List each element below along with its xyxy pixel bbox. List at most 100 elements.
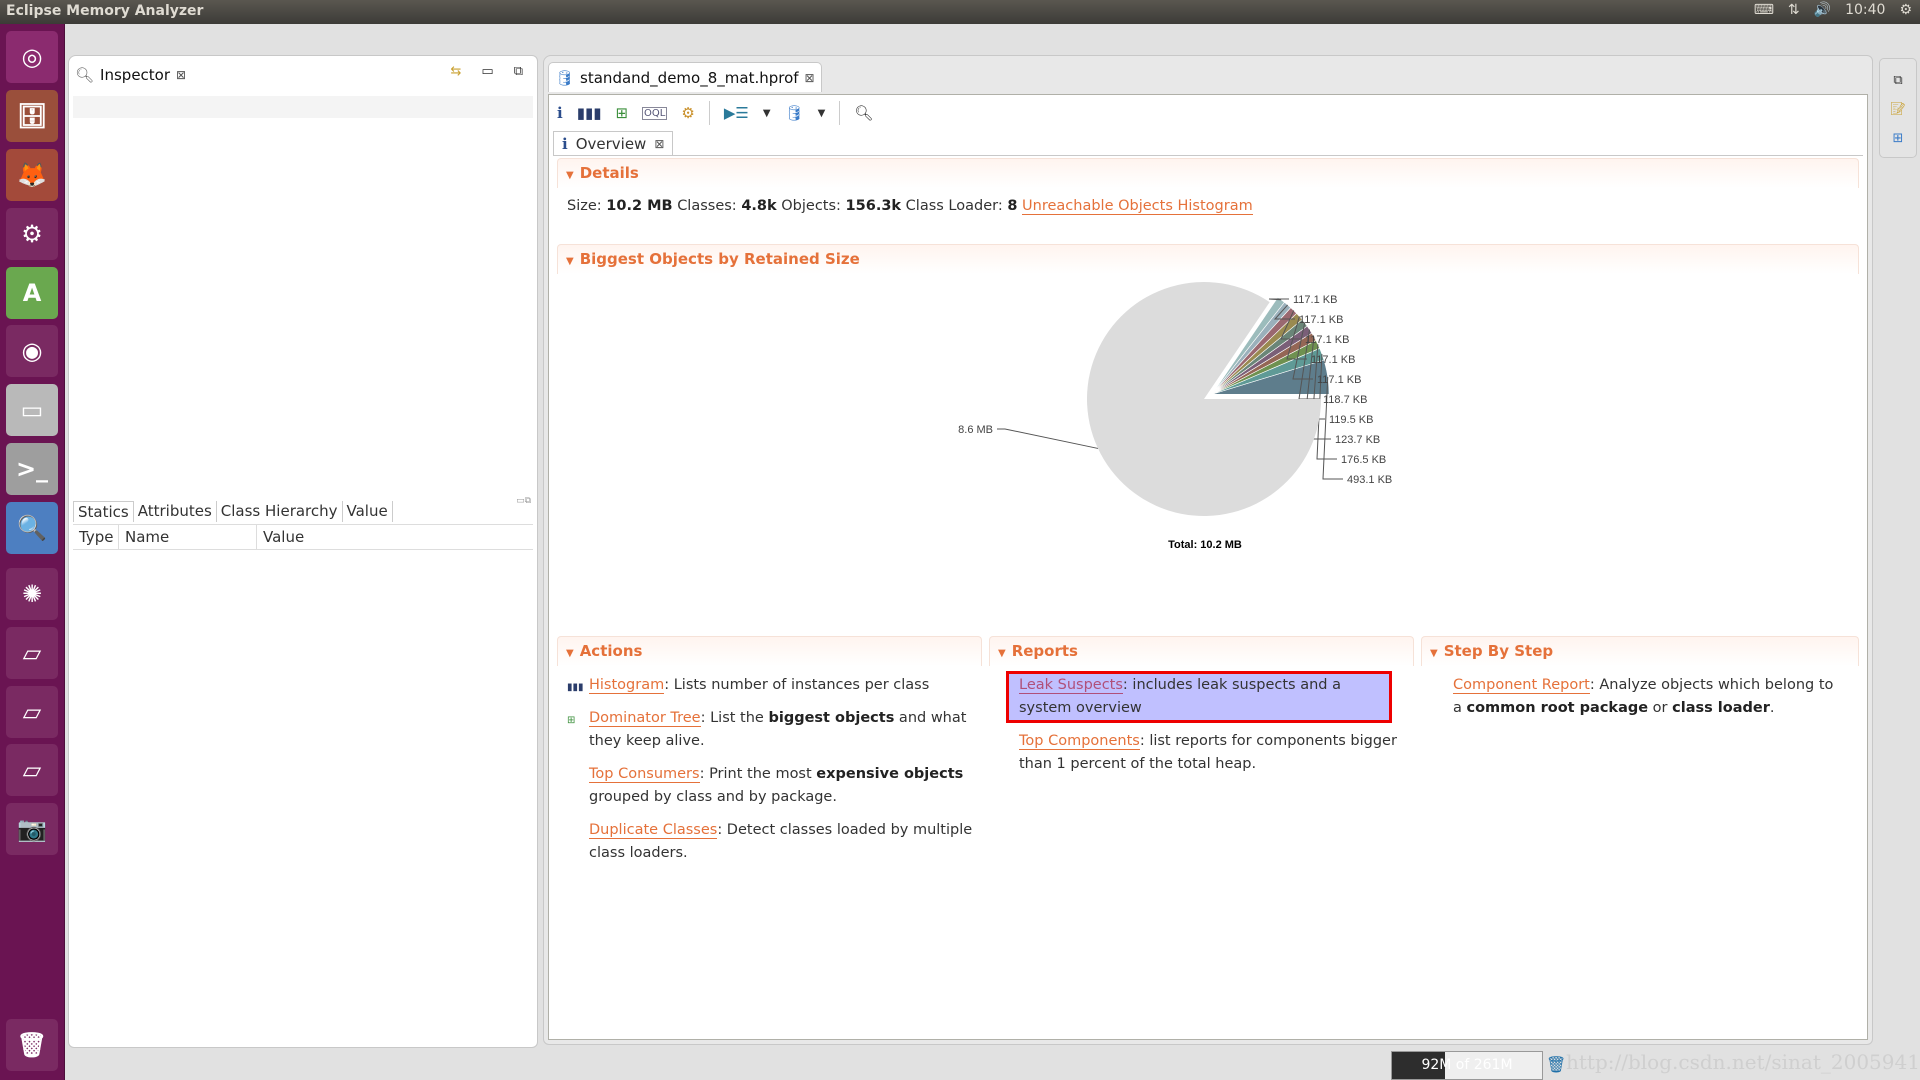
- top-components-link[interactable]: Top Components: [1019, 733, 1140, 750]
- notes-icon[interactable]: 📝︎: [1890, 102, 1907, 117]
- clock[interactable]: 10:40: [1845, 2, 1885, 18]
- heap-dump-history-icon[interactable]: 🛢︎: [785, 104, 804, 122]
- close-icon[interactable]: ⊠: [176, 68, 186, 82]
- inspector-object-strip: [73, 96, 533, 118]
- volume-icon[interactable]: 🔊: [1814, 2, 1831, 18]
- collapse-icon[interactable]: ▼: [566, 648, 574, 659]
- link-with-editor-icon[interactable]: ⇆: [451, 64, 462, 79]
- reports-heading[interactable]: ▼ Reports: [989, 636, 1414, 666]
- histogram-icon[interactable]: ▮▮▮: [577, 104, 602, 122]
- close-icon[interactable]: ⊠: [805, 71, 815, 85]
- pie-slice-label: 176.5 KB: [1341, 454, 1386, 466]
- oql-icon[interactable]: OQL: [642, 106, 668, 120]
- system-tray: ⌨ ⇅ 🔊 10:40 ⚙: [1754, 2, 1912, 18]
- details-heading[interactable]: ▼ Details: [557, 158, 1859, 188]
- pie-slice-label: 117.1 KB: [1317, 374, 1361, 386]
- action-description: grouped by class and by package.: [589, 789, 837, 805]
- launcher-memory-analyzer[interactable]: 🔍: [6, 501, 58, 554]
- histogram-link[interactable]: Histogram: [589, 677, 665, 694]
- overview-body: ▼ Details Size: 10.2 MB Classes: 4.8k Obj…: [553, 155, 1863, 1039]
- subpanel-minmax-icon[interactable]: ▭⧉: [516, 496, 531, 506]
- drive-3-icon: ▱: [22, 756, 42, 785]
- collapse-icon[interactable]: ▼: [998, 648, 1006, 659]
- launcher-ubuntu-dash[interactable]: ◎: [6, 31, 58, 84]
- dominator-tree-icon[interactable]: ⊞: [615, 104, 628, 122]
- top-consumers-link[interactable]: Top Consumers: [589, 766, 700, 783]
- bold-text: common root package: [1466, 700, 1649, 716]
- dominator-tree-link[interactable]: Dominator Tree: [589, 710, 701, 727]
- dropdown-arrow-icon[interactable]: ▼: [763, 108, 771, 119]
- dropdown-arrow-icon[interactable]: ▼: [818, 108, 826, 119]
- inspector-panel: 🔍︎ Inspector ⊠ ⇆ ▭ ⧉ ▭⧉ Statics Attribut…: [68, 55, 538, 1048]
- network-icon[interactable]: ⇅: [1788, 2, 1800, 18]
- toolbar-separator: [708, 101, 710, 125]
- unreachable-objects-histogram-link[interactable]: Unreachable Objects Histogram: [1022, 198, 1253, 215]
- minimize-icon[interactable]: ▭: [481, 64, 493, 79]
- tab-statics[interactable]: Statics: [73, 501, 134, 522]
- garbage-collect-icon[interactable]: 🗑: [1546, 1055, 1566, 1074]
- column-name[interactable]: Name: [119, 525, 257, 549]
- step-by-step-heading[interactable]: ▼ Step By Step: [1421, 636, 1859, 666]
- column-type[interactable]: Type: [73, 525, 119, 549]
- action-description: : Print the most: [699, 766, 817, 782]
- step-by-step-heading-label: Step By Step: [1443, 642, 1554, 660]
- collapse-icon[interactable]: ▼: [566, 256, 574, 267]
- navigation-history-icon[interactable]: ⊞: [1893, 131, 1904, 146]
- duplicate-classes-link[interactable]: Duplicate Classes: [589, 822, 718, 839]
- objects-label: Objects:: [781, 198, 841, 214]
- gear-icon[interactable]: ⚙: [1899, 2, 1912, 18]
- heap-status[interactable]: 92M of 261M: [1391, 1051, 1543, 1080]
- keyboard-icon[interactable]: ⌨: [1754, 2, 1774, 18]
- column-value[interactable]: Value: [257, 525, 533, 549]
- tab-class-hierarchy[interactable]: Class Hierarchy: [217, 501, 343, 522]
- run-report-icon[interactable]: ▶☰: [724, 104, 749, 122]
- leak-suspects-entry[interactable]: Leak Suspects: includes leak suspects an…: [1006, 671, 1392, 723]
- action-entry: Duplicate Classes: Detect classes loaded…: [557, 819, 982, 865]
- objects-value: 156.3k: [845, 198, 902, 214]
- details-heading-label: Details: [579, 164, 639, 182]
- biggest-objects-heading[interactable]: ▼ Biggest Objects by Retained Size: [557, 244, 1859, 274]
- inspector-icon: 🔍︎: [75, 66, 95, 84]
- tab-value[interactable]: Value: [343, 501, 393, 522]
- database-icon: 🛢︎: [555, 68, 575, 87]
- launcher-shutter[interactable]: ✺: [6, 567, 58, 620]
- inspector-tab[interactable]: 🔍︎ Inspector ⊠: [75, 66, 186, 84]
- close-icon[interactable]: ⊠: [654, 137, 664, 151]
- pie-slice-label: 117.1 KB: [1305, 334, 1349, 346]
- editor-content: i ▮▮▮ ⊞ OQL ⚙ ▶☰ ▼ 🛢︎ ▼ 🔍︎ i Overview ⊠ …: [548, 94, 1868, 1040]
- display-icon: ▭: [20, 396, 44, 425]
- launcher-system-settings[interactable]: ⚙: [6, 207, 58, 260]
- launcher-android-studio[interactable]: A: [6, 266, 58, 319]
- launcher-camera[interactable]: 📷: [6, 803, 58, 856]
- launcher-trash[interactable]: 🗑: [6, 1018, 58, 1071]
- collapse-icon[interactable]: ▼: [1430, 648, 1438, 659]
- launcher-netease-music[interactable]: ◉: [6, 325, 58, 378]
- watermark: http://blog.csdn.net/sinat_20059415: [1566, 1050, 1920, 1074]
- launcher-display[interactable]: ▭: [6, 384, 58, 437]
- restore-icon[interactable]: ⧉: [1893, 73, 1902, 88]
- pie-chart: 493.1 KB 176.5 KB 123.7 KB 119.5 KB 118.7 KB…: [958, 282, 1392, 551]
- overview-tab[interactable]: i Overview ⊠: [553, 131, 674, 155]
- classes-value: 4.8k: [741, 198, 777, 214]
- component-report-link[interactable]: Component Report: [1453, 677, 1590, 694]
- query-browser-icon[interactable]: ⚙: [681, 104, 694, 122]
- info-icon[interactable]: i: [557, 104, 563, 122]
- launcher-terminal[interactable]: >_: [6, 442, 58, 495]
- hprof-tab[interactable]: 🛢︎ standand_demo_8_mat.hprof ⊠: [548, 62, 822, 92]
- launcher-drive-1[interactable]: ▱: [6, 626, 58, 679]
- editor-panel: 🛢︎ standand_demo_8_mat.hprof ⊠ i ▮▮▮ ⊞ O…: [543, 55, 1873, 1045]
- launcher-files[interactable]: 🗄: [6, 90, 58, 143]
- tab-attributes[interactable]: Attributes: [134, 501, 217, 522]
- search-icon[interactable]: 🔍︎: [854, 104, 873, 122]
- launcher-firefox[interactable]: 🦊: [6, 148, 58, 201]
- launcher-drive-2[interactable]: ▱: [6, 685, 58, 738]
- inspector-subtabs: Statics Attributes Class Hierarchy Value: [73, 501, 393, 522]
- inspector-tab-label: Inspector: [100, 66, 171, 84]
- reports-heading-label: Reports: [1011, 642, 1078, 660]
- action-description: : List the: [700, 710, 769, 726]
- launcher-drive-3[interactable]: ▱: [6, 744, 58, 797]
- actions-heading[interactable]: ▼ Actions: [557, 636, 982, 666]
- maximize-icon[interactable]: ⧉: [514, 64, 523, 79]
- leak-suspects-link[interactable]: Leak Suspects: [1019, 677, 1123, 694]
- collapse-icon[interactable]: ▼: [566, 170, 574, 181]
